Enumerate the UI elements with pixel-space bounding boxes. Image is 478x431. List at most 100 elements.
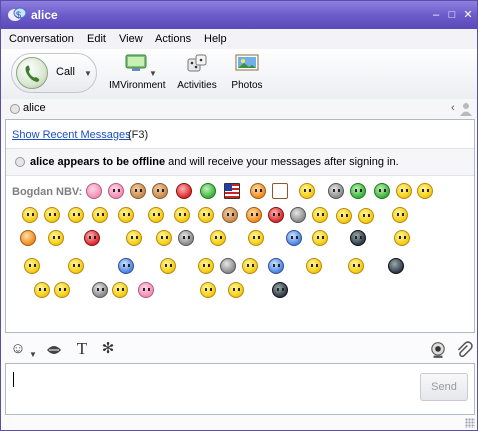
call-button[interactable]: Call ▼ — [11, 53, 97, 93]
coffee-icon — [272, 183, 288, 199]
smiley-icon — [222, 207, 238, 223]
chevron-down-icon[interactable]: ▼ — [29, 350, 37, 359]
pumpkin-icon — [250, 183, 266, 199]
flag-icon — [224, 183, 240, 199]
smiley-icon — [350, 230, 366, 246]
chevron-down-icon[interactable]: ▼ — [149, 69, 157, 78]
computer-icon — [220, 258, 236, 274]
message-input[interactable]: Send — [5, 363, 475, 415]
monkey-icon — [130, 183, 146, 199]
show-recent-messages-link[interactable]: Show Recent Messages — [12, 129, 131, 141]
text-format-icon[interactable]: T — [73, 340, 91, 358]
smiley-icon — [228, 282, 244, 298]
emoticon-icon[interactable]: ☺ — [9, 340, 27, 358]
smiley-icon — [68, 207, 84, 223]
conversation-pane[interactable]: Show Recent Messages (F3) alice appears … — [5, 119, 475, 333]
star-icon — [20, 230, 36, 246]
smiley-icon — [198, 258, 214, 274]
activities-icon — [187, 54, 207, 72]
smiley-icon — [396, 183, 412, 199]
gear-icon[interactable]: ✻ — [99, 340, 117, 358]
smiley-icon — [336, 208, 352, 224]
smiley-icon — [246, 207, 262, 223]
smiley-icon — [248, 230, 264, 246]
compose-toolbar: ☺ ▼ T ✻ — [1, 335, 477, 361]
smiley-icon — [92, 207, 108, 223]
tv-icon — [388, 258, 404, 274]
smiley-icon — [272, 282, 288, 298]
resize-grip[interactable] — [465, 418, 475, 428]
menu-help[interactable]: Help — [204, 33, 227, 45]
send-button[interactable]: Send — [420, 373, 468, 401]
chevron-left-icon[interactable]: ‹ — [451, 102, 455, 114]
smiley-icon — [268, 207, 284, 223]
messenger-logo-icon: $ — [8, 7, 27, 21]
window-title: alice — [31, 8, 58, 22]
chicken-icon — [108, 183, 124, 199]
imvironment-label: IMVironment — [109, 80, 166, 91]
skull-icon — [328, 183, 344, 199]
offline-status-icon — [15, 157, 25, 167]
smiley-icon — [44, 207, 60, 223]
phone-icon — [16, 57, 48, 89]
smiley-icon — [312, 230, 328, 246]
smiley-icon — [22, 207, 38, 223]
recipient-name[interactable]: alice — [23, 102, 46, 114]
smiley-icon — [68, 258, 84, 274]
smiley-icon — [242, 258, 258, 274]
smiley-icon — [118, 207, 134, 223]
smiley-icon — [299, 183, 315, 199]
text-cursor — [13, 372, 14, 387]
photos-label: Photos — [231, 80, 263, 91]
smiley-icon — [92, 282, 108, 298]
smiley-icon — [286, 230, 302, 246]
offline-notice-text: alice appears to be offline and will rec… — [30, 156, 399, 168]
smiley-icon — [178, 230, 194, 246]
smiley-icon — [200, 282, 216, 298]
smiley-icon — [156, 230, 172, 246]
title-bar[interactable]: $ alice – □ ✕ — [1, 1, 477, 29]
photos-button[interactable]: Photos — [229, 53, 265, 91]
menu-conversation[interactable]: Conversation — [9, 33, 74, 45]
lips-icon[interactable] — [45, 341, 63, 359]
smiley-icon — [417, 183, 433, 199]
chat-window: $ alice – □ ✕ Conversation Edit View Act… — [0, 0, 478, 431]
cow-icon — [152, 183, 168, 199]
menu-edit[interactable]: Edit — [87, 33, 106, 45]
smiley-icon — [54, 282, 70, 298]
smiley-icon — [268, 258, 284, 274]
smiley-icon — [392, 207, 408, 223]
smiley-icon — [34, 282, 50, 298]
message-sender: Bogdan NBV: — [12, 186, 83, 198]
smiley-icon — [312, 207, 328, 223]
smiley-icon — [198, 207, 214, 223]
menu-actions[interactable]: Actions — [155, 33, 191, 45]
smiley-icon — [358, 208, 374, 224]
toolbar: Call ▼ IMVironment ▼ Activities Photos — [1, 49, 477, 100]
smiley-icon — [394, 230, 410, 246]
rose-icon — [176, 183, 192, 199]
smiley-icon — [148, 207, 164, 223]
smiley-icon — [24, 258, 40, 274]
menu-view[interactable]: View — [119, 33, 143, 45]
smiley-icon — [84, 230, 100, 246]
contact-icon[interactable] — [459, 101, 473, 117]
smiley-icon — [306, 258, 322, 274]
webcam-icon[interactable] — [429, 341, 447, 359]
paperclip-icon[interactable] — [455, 341, 473, 359]
offline-status-icon — [10, 104, 20, 114]
chevron-down-icon[interactable]: ▼ — [84, 69, 92, 78]
activities-label: Activities — [177, 80, 217, 91]
smiley-icon — [138, 282, 154, 298]
pig-icon — [86, 183, 102, 199]
smiley-icon — [348, 258, 364, 274]
bomb-icon — [290, 207, 306, 223]
menu-bar: Conversation Edit View Actions Help — [1, 29, 477, 49]
smiley-icon — [174, 207, 190, 223]
close-button[interactable]: ✕ — [461, 8, 475, 22]
activities-button[interactable]: Activities — [177, 53, 217, 91]
photos-icon — [235, 54, 259, 71]
maximize-button[interactable]: □ — [445, 8, 459, 22]
minimize-button[interactable]: – — [429, 8, 443, 22]
alien-icon — [350, 183, 366, 199]
